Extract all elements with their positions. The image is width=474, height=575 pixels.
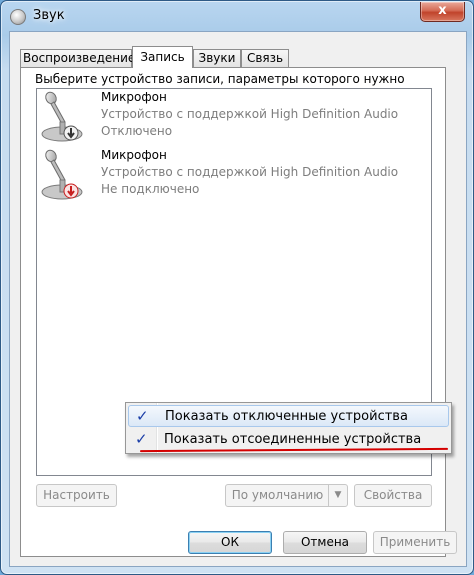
device-name: Микрофон [101, 90, 167, 104]
device-status: Отключено [101, 124, 173, 138]
close-button[interactable]: x [420, 2, 465, 22]
cancel-button[interactable]: Отмена [283, 531, 367, 554]
speaker-icon [10, 9, 26, 25]
checkmark-icon: ✓ [135, 430, 148, 448]
menu-item-label: Показать отключенные устройства [165, 409, 408, 424]
recording-device-list[interactable]: Микрофон Устройство с поддержкой High De… [36, 88, 452, 476]
sound-dialog-window: Звук x Воспроизведение Запись Звуки Связ… [0, 0, 474, 575]
tab-sounds[interactable]: Звуки [193, 49, 241, 67]
tab-communications[interactable]: Связь [241, 49, 289, 67]
menu-item-label: Показать отсоединенные устройства [164, 432, 422, 447]
recording-tab-panel: Выберите устройство записи, параметры ко… [20, 67, 452, 557]
set-default-split-button[interactable]: По умолчанию ▼ [225, 484, 348, 507]
device-description: Устройство с поддержкой High Definition … [101, 165, 399, 179]
window-title: Звук [33, 8, 65, 23]
set-default-label: По умолчанию [231, 488, 324, 502]
menu-item-show-disabled-devices[interactable]: ✓ Показать отключенные устройства [128, 405, 449, 427]
checkmark-icon: ✓ [136, 407, 149, 425]
tab-recording[interactable]: Запись [132, 46, 193, 68]
dialog-body: Воспроизведение Запись Звуки Связь Выбер… [9, 31, 467, 567]
device-item-microphone-unplugged[interactable]: Микрофон Устройство с поддержкой High De… [37, 147, 431, 205]
tab-playback[interactable]: Воспроизведение [20, 49, 135, 67]
title-bar[interactable]: Звук x [1, 1, 473, 31]
device-item-microphone-disabled[interactable]: Микрофон Устройство с поддержкой High De… [37, 89, 431, 147]
down-arrow-unplugged-icon [63, 183, 79, 199]
properties-button[interactable]: Свойства [354, 484, 432, 507]
apply-button[interactable]: Применить [373, 531, 457, 554]
device-name: Микрофон [101, 148, 167, 162]
ok-button[interactable]: ОК [188, 531, 272, 554]
device-list-context-menu: ✓ Показать отключенные устройства ✓ Пока… [125, 402, 452, 454]
chevron-down-icon[interactable]: ▼ [328, 485, 347, 506]
device-status: Не подключено [101, 182, 200, 196]
device-description: Устройство с поддержкой High Definition … [101, 107, 399, 121]
configure-button[interactable]: Настроить [36, 484, 117, 507]
down-arrow-disabled-icon [63, 125, 79, 141]
